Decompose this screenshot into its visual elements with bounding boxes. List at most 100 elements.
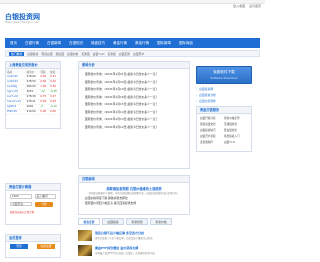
table-row: Pt99.95 310.00 0.00 0.00 [6, 109, 60, 115]
calc-row-target: 人民币/克 计算 [10, 201, 56, 207]
tab-silver-invest[interactable]: 白银投资 [102, 218, 124, 225]
silver-headline[interactable]: 美联储加息预期 白银价格维持上涨趋势 [79, 186, 189, 191]
nav-item-silver-news[interactable]: 白银新闻 [47, 41, 61, 46]
subnav-item[interactable]: 纸白银 [56, 52, 64, 56]
sidebar-links: › 白银投资网 › 白银投资分析 › 白银交易软件 [196, 86, 252, 104]
hot-label: 热门推荐 [9, 51, 25, 56]
list-item[interactable]: · 国际金价查询：(2021年1月13日)最新今日金价多少一克？ [82, 116, 186, 124]
calc-target-select[interactable]: 人民币/克 [10, 201, 32, 207]
news-link[interactable]: 国际金价查询：(2021年1月12日)最新今日金价多少一克？ [85, 124, 158, 132]
price-change: 0.00 [39, 109, 50, 115]
add-favorite-link[interactable]: 加入收藏 [233, 4, 245, 8]
silver-news-list: · 白银价格再度下跌 跌破关键支撑位 · 国际银价周四小幅走高 美元回落提供支撑 [79, 196, 189, 207]
service-heading: 黄金白银服务 [200, 108, 220, 112]
service-link[interactable]: 黄金价格走势 [224, 116, 248, 120]
service-link[interactable]: 黄金投资入门 [224, 134, 248, 138]
calculator-heading: 黄金白银计算器 [9, 185, 32, 189]
subnav-item[interactable]: 贵金属 [107, 52, 115, 56]
top-strip [0, 0, 265, 4]
price-table: 品种 最新价 涨跌 幅度 Au99.95 278.00 0.85 0.31 Au… [6, 69, 60, 115]
list-item[interactable]: · 国际金价查询：(2021年1月12日)最新今日金价多少一克？ [82, 124, 186, 132]
main-nav: 首页 白银行情 白银新闻 白银知识 操盘技巧 黄金行情 原油行情 国际新闻 国际… [5, 38, 260, 48]
silver-news-title: 白银新闻 [79, 176, 189, 183]
bottom-headline-2[interactable]: 黄金ETF持仓增加 金价获得支撑 [95, 246, 138, 250]
list-item[interactable]: · 国际金价查询：(2021年1月14日)最新今日金价多少一克？ [82, 109, 186, 117]
nav-item-intl-news[interactable]: 国际新闻 [157, 41, 171, 46]
silver-headline-summary: 美国就业数据好于预期，市场对美联储加息预期升温，白银价格短线承压后企稳回升。 [88, 192, 180, 195]
price-panel-title: 上海黄金交易所报价 [6, 62, 60, 69]
nav-item-oil-quotes[interactable]: 原油行情 [135, 41, 149, 46]
news-link[interactable]: 国际金价查询：(2021年1月20日)最新今日金价多少一克？ [85, 79, 158, 87]
bottom-summary-1: 现货白银周三午后小幅反弹，目前交投于重要关口附近。 [95, 237, 155, 240]
service-link[interactable]: 白银行情分析 [200, 116, 224, 120]
subnav-item[interactable]: 白银T+D [93, 52, 105, 56]
subnav-item[interactable]: 天通银 [81, 52, 89, 56]
news-link[interactable]: 国际金价查询：(2021年1月21日)最新今日金价多少一克？ [85, 71, 158, 79]
calculator-panel: 黄金白银计算器 1000 美元/盎司 人民币/克 计算 按照当前美元汇率计算 [5, 183, 61, 225]
news-link[interactable]: 国际金价查询：(2021年1月13日)最新今日金价多少一克？ [85, 116, 158, 124]
tab-gold-news[interactable]: 黄金新闻 [126, 218, 148, 225]
news-link[interactable]: 国际金价查询：(2021年1月18日)最新今日金价多少一克？ [85, 94, 158, 102]
price-panel-heading: 上海黄金交易所报价 [9, 63, 38, 67]
service-link[interactable]: 贵金属软件 [200, 140, 224, 144]
list-item[interactable]: · 国际金价查询：(2021年1月18日)最新今日金价多少一克？ [82, 94, 186, 102]
price-pct: 0.00 [49, 109, 60, 115]
subnav-item[interactable]: 白银投资 [27, 52, 38, 56]
software-download-banner[interactable]: 免费软件下载 Software Download [196, 66, 252, 84]
site-url: http://www.chbaiyin.com/ [5, 21, 40, 24]
subnav-item[interactable]: 现货白银 [41, 52, 52, 56]
news-thumbnail[interactable] [78, 245, 92, 256]
list-item[interactable]: · 国际金价查询：(2021年1月21日)最新今日金价多少一克？ [82, 71, 186, 79]
list-item[interactable]: · 国际银价周四小幅走高 美元回落提供支撑 [82, 201, 186, 206]
sidebar-link[interactable]: › 白银交易软件 [196, 98, 252, 104]
list-item[interactable]: · 国际金价查询：(2021年1月20日)最新今日金价多少一克？ [82, 79, 186, 87]
silver-news-panel: 白银新闻 美联储加息预期 白银价格维持上涨趋势 美国就业数据好于预期，市场对美联… [78, 175, 190, 215]
nav-item-intl-commodities[interactable]: 国际商品 [179, 41, 193, 46]
calc-note: 按照当前美元汇率计算 [10, 210, 34, 214]
nav-item-trading-tips[interactable]: 操盘技巧 [91, 41, 105, 46]
subnav-item[interactable]: 白银价格 [67, 52, 78, 56]
news-link[interactable]: 国际金价查询：(2021年1月15日)最新今日金价多少一克？ [85, 101, 158, 109]
service-link[interactable]: 白银开户流程 [200, 134, 224, 138]
service-link[interactable]: 白银T+D [224, 140, 248, 144]
price-value: 310.00 [25, 109, 40, 115]
news-link[interactable]: 国际金价查询：(2021年1月14日)最新今日金价多少一克？ [85, 109, 158, 117]
nav-item-home[interactable]: 首页 [10, 41, 17, 46]
sidebar-link-label[interactable]: 白银交易软件 [199, 98, 216, 104]
download-subtitle: Software Download [210, 76, 238, 80]
set-homepage-link[interactable]: 设为首页 [249, 4, 261, 8]
member-title: 会员登录 [6, 235, 60, 242]
service-link[interactable]: 纸白银交易 [224, 128, 248, 132]
login-button[interactable]: 登录 [10, 244, 28, 249]
list-item[interactable]: · 国际金价查询：(2021年1月19日)最新今日金价多少一克？ [82, 86, 186, 94]
service-link[interactable]: 天通银交易 [224, 122, 248, 126]
subnav-item[interactable]: 白银走势 [119, 52, 130, 56]
news-list: · 国际金价查询：(2021年1月21日)最新今日金价多少一克？ · 国际金价查询：… [79, 69, 189, 133]
calc-unit-select[interactable]: 美元/盎司 [34, 194, 56, 199]
service-panel: 黄金白银服务 白银行情分析 黄金价格走势 现货白银交易 天通银交易 白银投资技巧… [196, 106, 252, 152]
list-item[interactable]: · 国际金价查询：(2021年1月15日)最新今日金价多少一克？ [82, 101, 186, 109]
arrow-icon: › [196, 99, 198, 103]
nav-item-silver-knowledge[interactable]: 白银知识 [69, 41, 83, 46]
calc-amount-input[interactable]: 1000 [10, 194, 32, 199]
news-title: 要闻分析 [79, 62, 189, 69]
news-link[interactable]: 国际金价查询：(2021年1月19日)最新今日金价多少一克？ [85, 86, 158, 94]
service-link[interactable]: 现货白银交易 [200, 122, 224, 126]
nav-item-silver-quotes[interactable]: 白银行情 [25, 41, 39, 46]
service-title: 黄金白银服务 [197, 107, 251, 114]
member-heading: 会员登录 [9, 236, 22, 240]
header-links: 加入收藏 设为首页 [233, 4, 261, 8]
bottom-summary-2: 全球最大黄金ETF持仓连续三日增加，市场避险需求升温。 [95, 252, 157, 255]
nav-item-gold-quotes[interactable]: 黄金行情 [113, 41, 127, 46]
news-link[interactable]: 国际银价周四小幅走高 美元回落提供支撑 [85, 201, 136, 206]
register-button[interactable]: 免费注册 [36, 244, 55, 249]
calculate-button[interactable]: 计算 [35, 201, 53, 207]
service-link[interactable]: 白银投资技巧 [200, 128, 224, 132]
bottom-headline-1[interactable]: 现货白银午后小幅反弹 多空双方分歧 [95, 231, 144, 235]
subnav-item[interactable]: 白银开户 [133, 52, 144, 56]
tab-gold-trend[interactable]: 黄金走势 [78, 218, 100, 225]
news-thumbnail[interactable] [78, 230, 92, 241]
tab-gold-price[interactable]: 黄金价格 [150, 218, 172, 225]
price-name[interactable]: Pt99.95 [6, 109, 26, 115]
calc-row-input: 1000 美元/盎司 [10, 194, 56, 199]
